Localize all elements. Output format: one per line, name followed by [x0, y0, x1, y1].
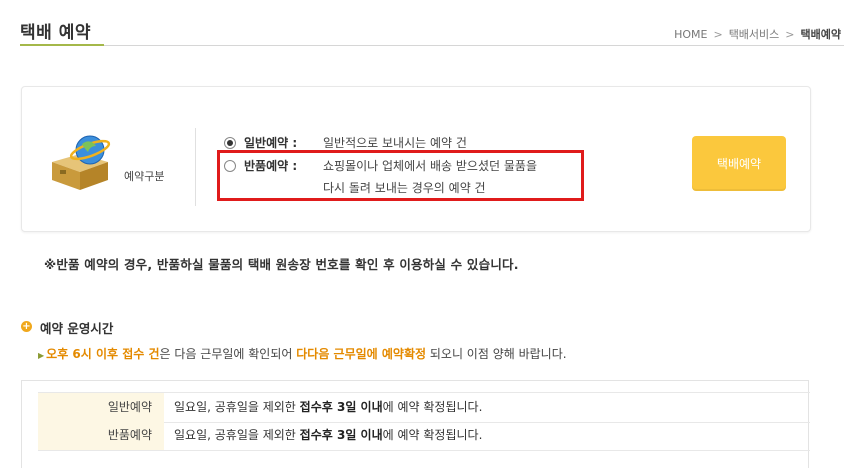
row-value: 일요일, 공휴일을 제외한 접수후 3일 이내에 예약 확정됩니다. — [174, 400, 483, 414]
hours-info-highlight: 오후 6시 이후 접수 건 — [46, 347, 160, 361]
page-title: 택배 예약 — [20, 23, 91, 43]
table-row: 반품예약 일요일, 공휴일을 제외한 접수후 3일 이내에 예약 확정됩니다. — [38, 421, 810, 451]
breadcrumb-delivery-service[interactable]: 택배서비스 — [729, 28, 780, 41]
reservation-type-label: 예약구분 — [124, 170, 165, 183]
plus-circle-icon: + — [21, 321, 32, 332]
normal-reservation-radio[interactable] — [224, 137, 236, 149]
section-title-hours: 예약 운영시간 — [40, 321, 114, 336]
normal-reservation-desc: 일반적으로 보내시는 예약 건 — [323, 136, 467, 150]
title-divider — [20, 45, 844, 46]
breadcrumb-separator: > — [713, 28, 723, 41]
reserve-button[interactable]: 택배예약 — [692, 136, 786, 191]
hours-info-text-2: 되오니 이점 양해 바랍니다. — [426, 347, 567, 361]
table-row: 일반예약 일요일, 공휴일을 제외한 접수후 3일 이내에 예약 확정됩니다. — [38, 392, 810, 423]
hours-info-text: 은 다음 근무일에 확인되어 — [159, 347, 297, 361]
breadcrumb-current: 택배예약 — [800, 28, 841, 41]
hours-table: 일반예약 일요일, 공휴일을 제외한 접수후 3일 이내에 예약 확정됩니다. … — [21, 380, 810, 468]
package-globe-icon — [52, 135, 111, 190]
row-label: 일반예약 — [38, 393, 164, 422]
return-notice: ※반품 예약의 경우, 반품하실 물품의 택배 원송장 번호를 확인 후 이용하… — [44, 257, 519, 272]
title-divider-accent — [20, 44, 104, 46]
bullet-arrow-icon: ▶ — [38, 351, 45, 360]
row-value: 일요일, 공휴일을 제외한 접수후 3일 이내에 예약 확정됩니다. — [174, 428, 483, 442]
return-option-highlight — [217, 150, 584, 201]
breadcrumb: HOME > 택배서비스 > 택배예약 — [674, 26, 841, 42]
breadcrumb-home[interactable]: HOME — [674, 28, 707, 41]
breadcrumb-separator: > — [785, 28, 795, 41]
hours-info-highlight-2: 다다음 근무일에 예약확정 — [296, 347, 427, 361]
normal-reservation-label: 일반예약 : — [244, 136, 298, 150]
hours-info-line: ▶ 오후 6시 이후 접수 건은 다음 근무일에 확인되어 다다음 근무일에 예약… — [38, 345, 567, 362]
row-label: 반품예약 — [38, 421, 164, 450]
vertical-divider — [195, 128, 196, 206]
